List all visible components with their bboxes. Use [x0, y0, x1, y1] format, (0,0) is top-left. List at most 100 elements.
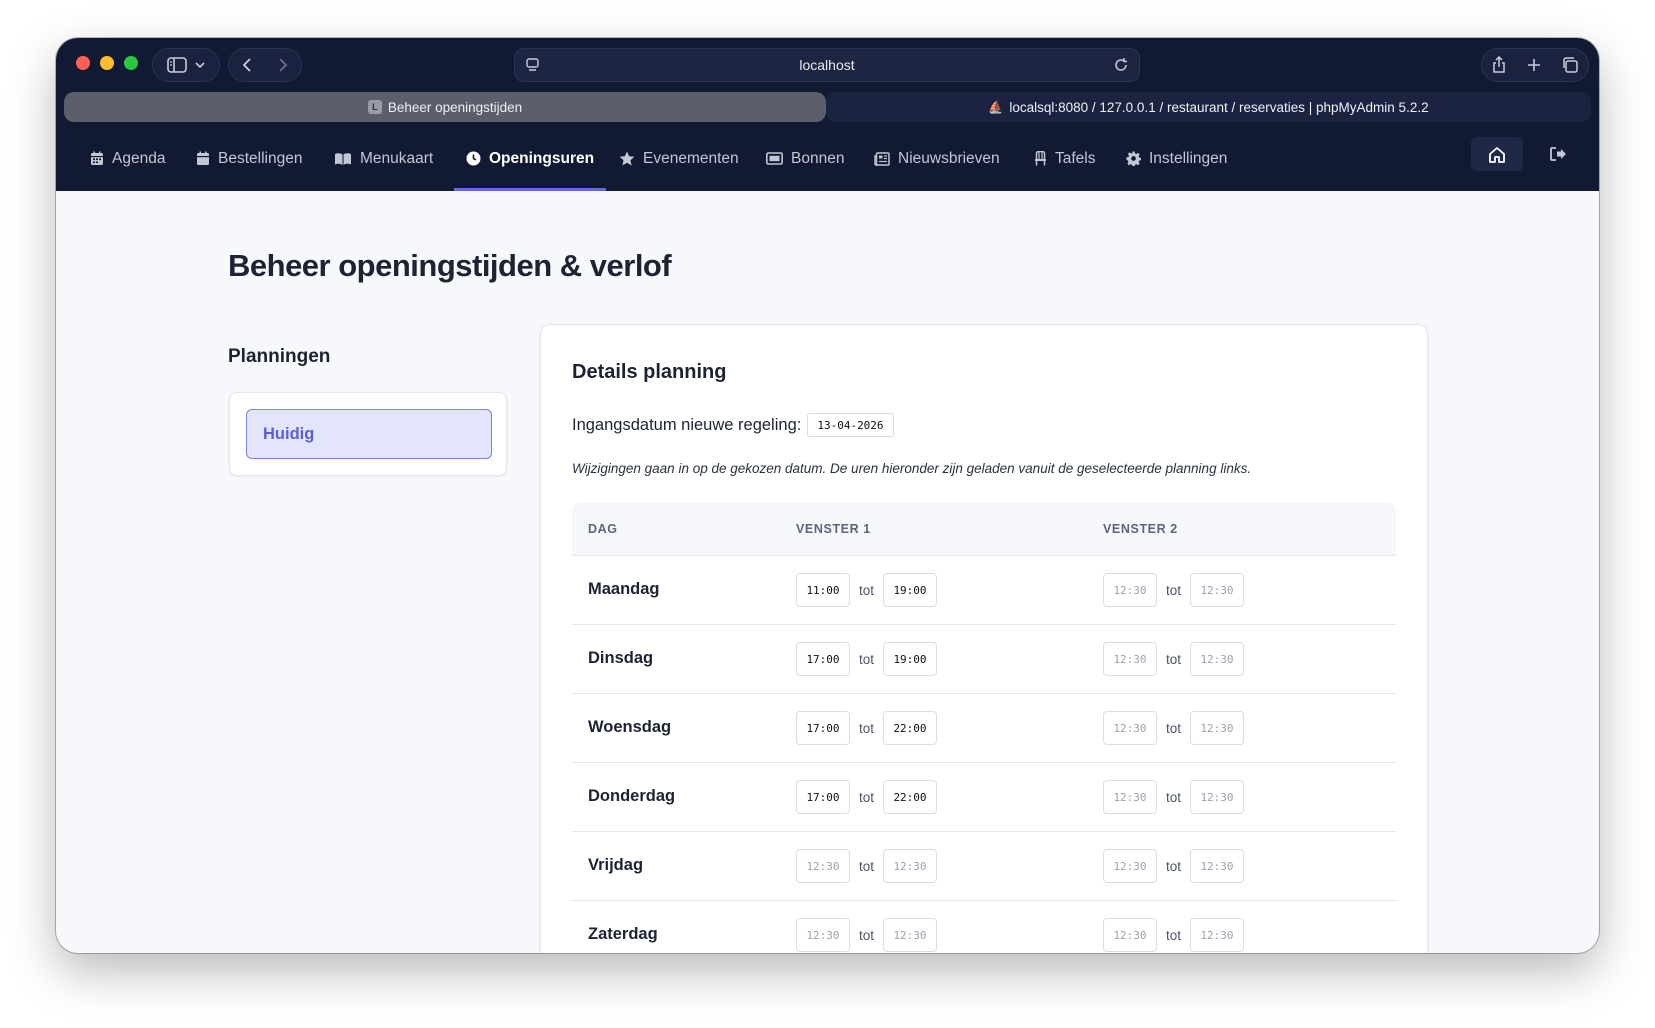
nav-bonnen[interactable]: Bonnen — [766, 126, 844, 191]
calendar-icon — [91, 151, 103, 165]
maximize-window-button[interactable] — [124, 56, 138, 70]
back-button[interactable] — [229, 49, 265, 81]
sidebar-toggle-button[interactable] — [152, 48, 220, 82]
info-note: Wijzigingen gaan in op de gekozen datum.… — [572, 461, 1252, 476]
window-1-from-input[interactable]: 12:30 — [796, 918, 850, 952]
nav-bestellingen[interactable]: Bestellingen — [196, 126, 302, 191]
nav-menukaart[interactable]: Menukaart — [334, 126, 433, 191]
column-header-dag: DAG — [588, 522, 618, 536]
window-1: 11:00 tot 19:00 — [796, 573, 937, 607]
window-1-to-input[interactable]: 22:00 — [883, 780, 937, 814]
separator-tot: tot — [858, 651, 874, 667]
minimize-window-button[interactable] — [100, 56, 114, 70]
close-window-button[interactable] — [76, 56, 90, 70]
window-2-from-input[interactable]: 12:30 — [1103, 642, 1157, 676]
separator-tot: tot — [1165, 927, 1181, 943]
window-1-from-input[interactable]: 17:00 — [796, 711, 850, 745]
day-label: Vrijdag — [588, 856, 644, 874]
window-2-from-input[interactable]: 12:30 — [1103, 573, 1157, 607]
reload-icon[interactable] — [1113, 57, 1129, 73]
schedule-table: DAG VENSTER 1 VENSTER 2 Maandag 11:00 to… — [572, 503, 1396, 953]
effective-date-label: Ingangsdatum nieuwe regeling: — [572, 415, 802, 434]
nav-label: Bestellingen — [218, 149, 303, 167]
table-row: Woensdag 17:00 tot 22:00 12:30 tot 12:30 — [572, 694, 1396, 763]
window-2: 12:30 tot 12:30 — [1103, 849, 1244, 883]
day-label: Donderdag — [588, 787, 676, 805]
calendar-icon — [197, 151, 209, 165]
tab-title: Beheer openingstijden — [387, 99, 523, 115]
chevron-right-icon — [279, 58, 288, 72]
address-bar[interactable]: localhost — [514, 48, 1140, 82]
day-label: Dinsdag — [588, 649, 654, 667]
window-2-from-input[interactable]: 12:30 — [1103, 780, 1157, 814]
window-1-to-input[interactable]: 19:00 — [883, 573, 937, 607]
window-2-to-input[interactable]: 12:30 — [1190, 849, 1244, 883]
star-icon — [619, 151, 635, 166]
window-2-to-input[interactable]: 12:30 — [1190, 918, 1244, 952]
logout-button[interactable] — [1541, 137, 1575, 171]
window-2-from-input[interactable]: 12:30 — [1103, 918, 1157, 952]
share-icon[interactable] — [1491, 56, 1507, 74]
window-2-from-input[interactable]: 12:30 — [1103, 849, 1157, 883]
window-1-from-input[interactable]: 12:30 — [796, 849, 850, 883]
day-label: Woensdag — [588, 718, 672, 736]
phpmyadmin-favicon: ⛵ — [988, 100, 1004, 114]
window-1-to-input[interactable]: 12:30 — [883, 849, 937, 883]
nav-label: Menukaart — [360, 149, 434, 167]
window-1-from-input[interactable]: 11:00 — [796, 573, 850, 607]
separator-tot: tot — [858, 582, 874, 598]
forward-button[interactable] — [265, 49, 301, 81]
favicon: L — [367, 100, 382, 114]
page-settings-icon — [526, 58, 539, 71]
planning-item-huidig[interactable]: Huidig — [246, 409, 492, 459]
window-1-to-input[interactable]: 12:30 — [883, 918, 937, 952]
chevron-down-icon — [195, 62, 205, 69]
window-2: 12:30 tot 12:30 — [1103, 642, 1244, 676]
tab-overview-icon[interactable] — [1561, 56, 1579, 74]
nav-label: Instellingen — [1149, 149, 1228, 167]
history-buttons — [228, 48, 302, 82]
window-2-to-input[interactable]: 12:30 — [1190, 573, 1244, 607]
nav-label: Bonnen — [791, 149, 845, 167]
schedule-header: DAG VENSTER 1 VENSTER 2 — [572, 503, 1396, 556]
table-row: Zaterdag 12:30 tot 12:30 12:30 tot 12:30 — [572, 901, 1396, 953]
effective-date-row: Ingangsdatum nieuwe regeling: 13-04-2026 — [572, 413, 894, 437]
window-2: 12:30 tot 12:30 — [1103, 573, 1244, 607]
window-1: 12:30 tot 12:30 — [796, 849, 937, 883]
chair-icon — [1035, 151, 1046, 166]
window-2: 12:30 tot 12:30 — [1103, 711, 1244, 745]
window-2-from-input[interactable]: 12:30 — [1103, 711, 1157, 745]
nav-nieuwsbrieven[interactable]: Nieuwsbrieven — [874, 126, 1000, 191]
window-1-to-input[interactable]: 19:00 — [883, 642, 937, 676]
window-2-to-input[interactable]: 12:30 — [1190, 780, 1244, 814]
nav-label: Evenementen — [643, 149, 739, 167]
tab-title: localsql:8080 / 127.0.0.1 / restaurant /… — [1009, 99, 1429, 115]
separator-tot: tot — [1165, 582, 1181, 598]
tab-bar: L Beheer openingstijden ⛵ localsql:8080 … — [64, 92, 1591, 122]
nav-instellingen[interactable]: Instellingen — [1126, 126, 1227, 191]
window-1: 17:00 tot 19:00 — [796, 642, 937, 676]
window-1: 12:30 tot 12:30 — [796, 918, 937, 952]
window-2-to-input[interactable]: 12:30 — [1190, 642, 1244, 676]
window-1-from-input[interactable]: 17:00 — [796, 780, 850, 814]
effective-date-input[interactable]: 13-04-2026 — [807, 413, 894, 437]
day-label: Maandag — [588, 580, 660, 598]
nav-tafels[interactable]: Tafels — [1034, 126, 1096, 191]
window-1: 17:00 tot 22:00 — [796, 711, 937, 745]
window-2-to-input[interactable]: 12:30 — [1190, 711, 1244, 745]
tab-phpmyadmin[interactable]: ⛵ localsql:8080 / 127.0.0.1 / restaurant… — [826, 92, 1591, 122]
chevron-left-icon — [242, 58, 251, 72]
window-1-from-input[interactable]: 17:00 — [796, 642, 850, 676]
browser-window: localhost L Beheer openingstijden ⛵ loca… — [56, 38, 1599, 953]
window-1-to-input[interactable]: 22:00 — [883, 711, 937, 745]
separator-tot: tot — [858, 927, 874, 943]
nav-evenementen[interactable]: Evenementen — [619, 126, 739, 191]
nav-agenda[interactable]: Agenda — [90, 126, 165, 191]
table-row: Donderdag 17:00 tot 22:00 12:30 tot 12:3… — [572, 763, 1396, 832]
new-tab-icon[interactable] — [1526, 57, 1542, 73]
ticket-icon — [766, 152, 783, 165]
nav-openingsuren[interactable]: Openingsuren — [453, 126, 607, 191]
tab-beheer-openingstijden[interactable]: L Beheer openingstijden — [64, 92, 826, 122]
window-2: 12:30 tot 12:30 — [1103, 918, 1244, 952]
home-button[interactable] — [1471, 137, 1523, 171]
